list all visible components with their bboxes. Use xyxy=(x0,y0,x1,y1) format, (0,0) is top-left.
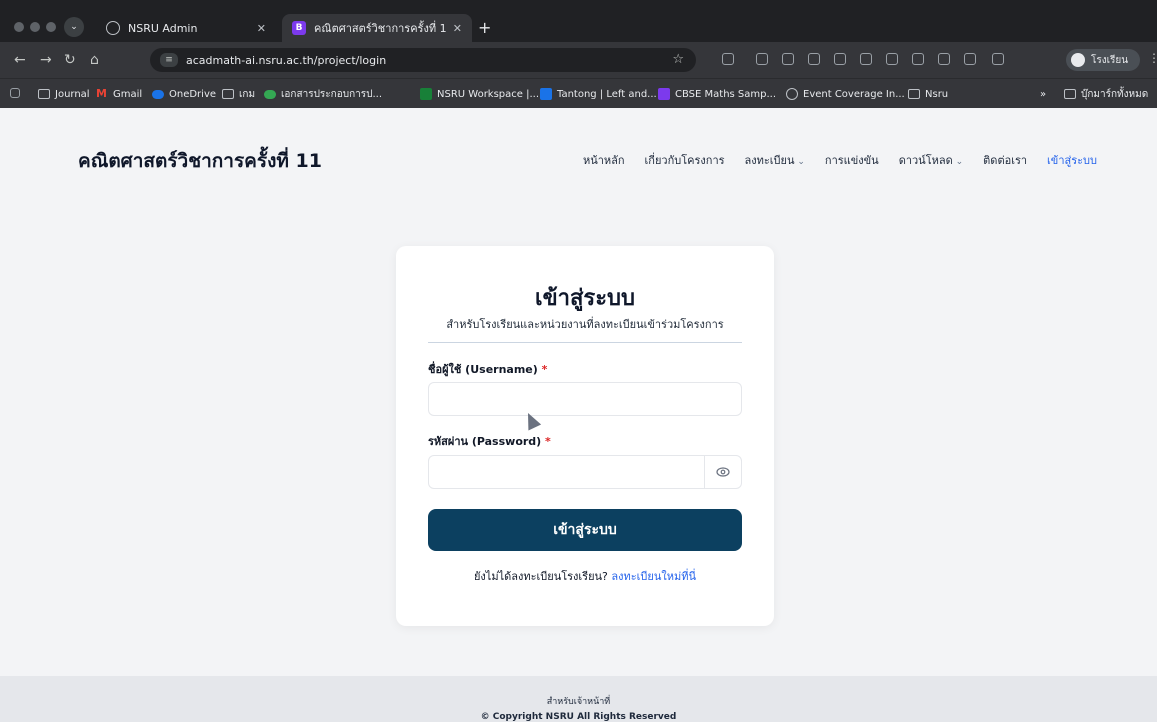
tab-search-icon[interactable]: ⌄ xyxy=(64,17,84,37)
username-label: ชื่อผู้ใช้ (Username) * xyxy=(428,363,548,376)
drive-icon xyxy=(264,89,276,99)
tab-strip: ⌄ NSRU Admin ✕ B คณิตศาสตร์วิชาการครั้งท… xyxy=(0,10,1157,42)
all-bookmarks[interactable]: บุ๊กมาร์กทั้งหมด xyxy=(1064,86,1148,102)
folder-icon xyxy=(1064,89,1076,99)
nav-home[interactable]: หน้าหลัก xyxy=(583,151,625,169)
nav-register[interactable]: ลงทะเบียน xyxy=(745,151,805,169)
bookmark-games[interactable]: เกม xyxy=(222,86,255,102)
nav-download[interactable]: ดาวน์โหลด xyxy=(899,151,963,169)
bookmark-documents[interactable]: เอกสารประกอบการป... xyxy=(264,86,382,102)
tab-nsru-admin[interactable]: NSRU Admin ✕ xyxy=(96,14,276,42)
url-text: acadmath-ai.nsru.ac.th/project/login xyxy=(186,53,387,67)
apps-grid-icon[interactable] xyxy=(10,88,20,98)
tab-title: NSRU Admin xyxy=(128,21,198,35)
bookmark-event-coverage[interactable]: Event Coverage In... xyxy=(786,86,905,102)
password-input[interactable] xyxy=(428,455,705,489)
side-panel-icon[interactable] xyxy=(992,53,1004,65)
new-tab-button[interactable]: + xyxy=(478,18,491,38)
register-prompt: ยังไม่ได้ลงทะเบียนโรงเรียน? ลงทะเบียนใหม… xyxy=(473,570,697,583)
bookmark-star-icon[interactable]: ☆ xyxy=(672,52,684,67)
clipboard-icon[interactable] xyxy=(834,53,846,65)
card-icon[interactable] xyxy=(782,53,794,65)
site-brand[interactable]: คณิตศาสตร์วิชาการครั้งที่ 11 xyxy=(78,146,322,176)
maximize-window-button[interactable] xyxy=(46,22,56,32)
location-icon[interactable] xyxy=(808,53,820,65)
forward-icon[interactable]: → xyxy=(40,51,52,69)
login-subtitle: สำหรับโรงเรียนและหน่วยงานที่ลงทะเบียนเข้… xyxy=(446,318,724,331)
eye-icon xyxy=(716,467,730,477)
password-label: รหัสผ่าน (Password) * xyxy=(428,435,551,448)
bookmark-cbse[interactable]: CBSE Maths Samp... xyxy=(658,86,776,102)
translate-icon[interactable] xyxy=(912,53,924,65)
site-settings-icon[interactable]: ≡ xyxy=(160,53,178,67)
site-icon xyxy=(658,88,670,100)
more-menu-icon[interactable]: ⋮ xyxy=(1148,51,1157,65)
bookmark-nsru-workspace[interactable]: NSRU Workspace |... xyxy=(420,86,539,102)
copyright-text: © Copyright NSRU All Rights Reserved xyxy=(480,712,677,722)
main-nav: หน้าหลัก เกี่ยวกับโครงการ ลงทะเบียน การแ… xyxy=(583,151,1097,169)
username-input[interactable] xyxy=(428,382,742,416)
folder-icon xyxy=(908,89,920,99)
print-icon[interactable] xyxy=(964,53,976,65)
register-link[interactable]: ลงทะเบียนใหม่ที่นี่ xyxy=(611,570,696,583)
site-footer: สำหรับเจ้าหน้าที่ © Copyright NSRU All R… xyxy=(0,676,1157,722)
bookmarks-overflow[interactable]: » xyxy=(1040,86,1046,102)
profile-name: โรงเรียน xyxy=(1091,54,1129,66)
home-icon[interactable]: ⌂ xyxy=(90,51,99,69)
login-submit-button[interactable]: เข้าสู่ระบบ xyxy=(428,509,742,551)
gmail-icon: M xyxy=(96,87,107,100)
password-key-icon[interactable] xyxy=(756,53,768,65)
browser-toolbar: ← → ↻ ⌂ ≡ acadmath-ai.nsru.ac.th/project… xyxy=(0,42,1157,78)
extensions-icon[interactable] xyxy=(722,53,734,65)
staff-link[interactable]: สำหรับเจ้าหน้าที่ xyxy=(0,694,1157,708)
divider xyxy=(428,342,742,343)
link-icon[interactable] xyxy=(886,53,898,65)
site-header: คณิตศาสตร์วิชาการครั้งที่ 11 หน้าหลัก เก… xyxy=(0,108,1157,200)
back-icon[interactable]: ← xyxy=(14,51,26,69)
folder-icon xyxy=(222,89,234,99)
toggle-password-button[interactable] xyxy=(705,455,742,489)
nav-contact[interactable]: ติดต่อเรา xyxy=(983,151,1027,169)
download-icon[interactable] xyxy=(938,53,950,65)
bookmark-gmail[interactable]: M Gmail xyxy=(96,86,142,102)
bookmark-journal[interactable]: Journal xyxy=(38,86,90,102)
login-card: เข้าสู่ระบบ สำหรับโรงเรียนและหน่วยงานที่… xyxy=(396,246,774,626)
required-mark: * xyxy=(541,363,548,376)
reload-icon[interactable]: ↻ xyxy=(64,51,76,69)
nav-login[interactable]: เข้าสู่ระบบ xyxy=(1047,151,1097,169)
folder-icon xyxy=(38,89,50,99)
bookmark-onedrive[interactable]: OneDrive xyxy=(152,86,216,102)
nav-about[interactable]: เกี่ยวกับโครงการ xyxy=(645,151,725,169)
profile-avatar-icon xyxy=(1071,53,1085,67)
close-tab-icon[interactable]: ✕ xyxy=(453,22,462,35)
qr-code-icon[interactable] xyxy=(860,53,872,65)
bookmarks-bar: Journal M Gmail OneDrive เกม เอกสารประกอบ… xyxy=(0,78,1157,108)
address-bar[interactable]: ≡ acadmath-ai.nsru.ac.th/project/login ☆ xyxy=(150,48,696,72)
login-title: เข้าสู่ระบบ xyxy=(535,286,635,311)
site-icon xyxy=(540,88,552,100)
profile-button[interactable]: โรงเรียน xyxy=(1066,49,1140,71)
cloud-icon xyxy=(152,89,164,99)
close-tab-icon[interactable]: ✕ xyxy=(257,22,266,35)
bootstrap-favicon-icon: B xyxy=(292,21,306,35)
nav-competition[interactable]: การแข่งขัน xyxy=(825,151,879,169)
sheets-icon xyxy=(420,88,432,100)
tab-acadmath[interactable]: B คณิตศาสตร์วิชาการครั้งที่ 11 - ย ✕ xyxy=(282,14,472,42)
browser-chrome: ⌄ NSRU Admin ✕ B คณิตศาสตร์วิชาการครั้งท… xyxy=(0,0,1157,108)
globe-icon xyxy=(786,88,798,100)
bookmark-nsru[interactable]: Nsru xyxy=(908,86,948,102)
minimize-window-button[interactable] xyxy=(30,22,40,32)
required-mark: * xyxy=(545,435,551,448)
bookmark-tantong[interactable]: Tantong | Left and... xyxy=(540,86,657,102)
globe-icon xyxy=(106,21,120,35)
tab-title: คณิตศาสตร์วิชาการครั้งที่ 11 - ย xyxy=(314,22,447,35)
close-window-button[interactable] xyxy=(14,22,24,32)
